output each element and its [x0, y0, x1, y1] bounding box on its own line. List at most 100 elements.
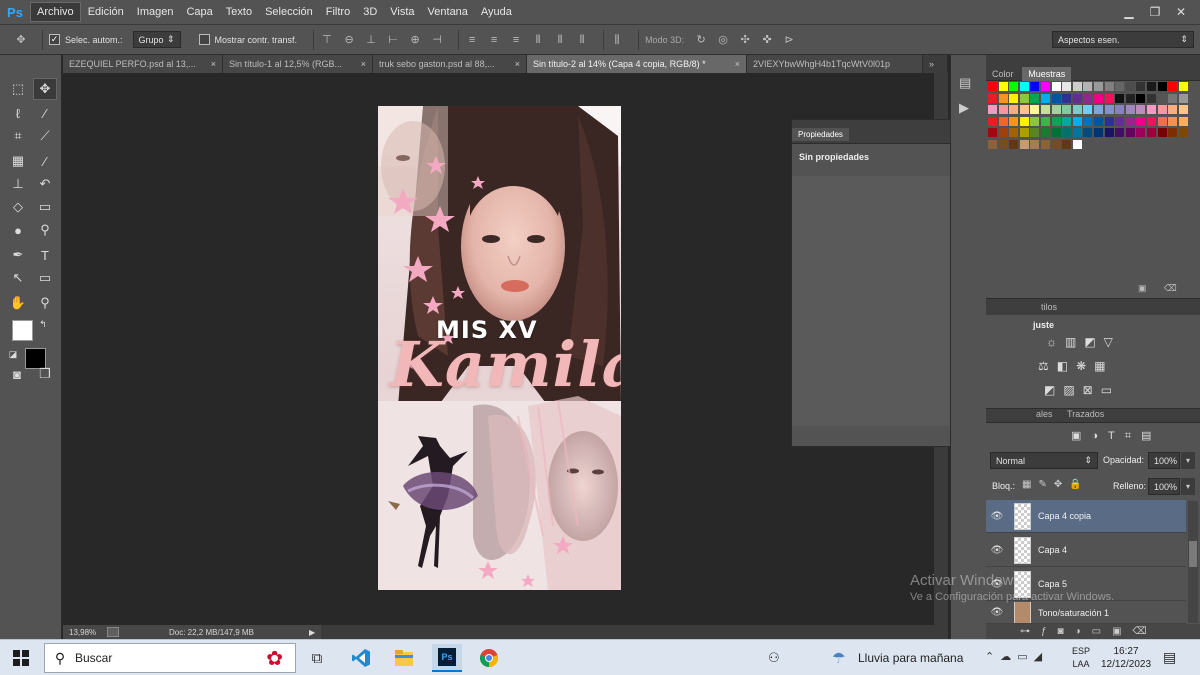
history-icon[interactable]: ▤ [959, 75, 971, 91]
color-swatch[interactable] [1030, 93, 1040, 103]
clone-stamp-icon[interactable]: ⊥ [6, 173, 30, 195]
foreground-color-swatch[interactable] [12, 320, 33, 341]
shape-tool-icon[interactable]: ▭ [33, 267, 57, 289]
color-swatch[interactable] [1009, 93, 1019, 103]
input-language[interactable]: ESP LAA [1072, 645, 1090, 671]
color-swatch[interactable] [1062, 116, 1072, 126]
vscode-icon[interactable] [346, 644, 376, 672]
layer-row[interactable]: 👁 Capa 4 copia [986, 500, 1186, 533]
color-swatch[interactable] [1104, 93, 1114, 103]
path-select-icon[interactable]: ↖ [6, 267, 30, 289]
close-tab-icon[interactable]: × [361, 59, 366, 69]
restore-button[interactable]: ❐ [1142, 3, 1168, 21]
auto-align-icon[interactable]: ⫼ [610, 33, 624, 47]
color-swatch[interactable] [1115, 93, 1125, 103]
color-swatch[interactable] [1178, 93, 1188, 103]
3d-rotate-icon[interactable]: ↻ [694, 33, 708, 47]
color-swatch[interactable] [1051, 116, 1061, 126]
color-swatch[interactable] [1115, 116, 1125, 126]
color-swatch[interactable] [1009, 128, 1019, 137]
3d-slide-icon[interactable]: ✜ [760, 33, 774, 47]
blur-tool-icon[interactable]: ● [6, 219, 30, 241]
blend-mode-dropdown[interactable]: Normal ⇕ [990, 452, 1098, 469]
color-swatch[interactable] [1019, 105, 1029, 114]
screen-mode-icon[interactable]: ❐ [33, 363, 57, 385]
weather-text[interactable]: Lluvia para mañana [858, 651, 963, 665]
channels-tab[interactable]: ales [1036, 409, 1053, 419]
color-swatch[interactable] [1019, 116, 1029, 126]
menu-archivo[interactable]: Archivo [30, 2, 81, 22]
color-swatch[interactable] [1083, 82, 1093, 91]
file-explorer-icon[interactable] [389, 644, 419, 672]
brush-tool-icon[interactable]: ∕ [33, 150, 57, 172]
color-swatch[interactable] [1157, 116, 1167, 126]
default-colors-icon[interactable]: ◪ [6, 347, 20, 361]
color-swatch[interactable] [1072, 139, 1082, 149]
distribute-bottom-icon[interactable]: ≡ [509, 33, 523, 47]
color-swatch[interactable] [1125, 93, 1135, 103]
new-swatch-icon[interactable]: ▣ [1138, 283, 1147, 294]
color-swatch[interactable] [1157, 105, 1167, 114]
opacity-input[interactable]: 100% [1148, 452, 1180, 469]
color-swatch[interactable] [1104, 105, 1114, 114]
color-swatch[interactable] [1051, 93, 1061, 103]
healing-brush-icon[interactable]: ▦ [6, 150, 30, 172]
color-swatch[interactable] [1051, 105, 1061, 114]
color-swatch[interactable] [988, 93, 997, 103]
color-swatch[interactable] [1178, 82, 1188, 91]
align-bottom-icon[interactable]: ⊥ [364, 33, 378, 47]
color-swatch[interactable] [1178, 128, 1188, 137]
color-swatch[interactable] [1019, 93, 1029, 103]
taskbar-search-box[interactable]: ⚲ Buscar ✿ [44, 643, 296, 673]
color-swatch[interactable] [1136, 116, 1146, 126]
delete-swatch-icon[interactable]: ⌫ [1164, 283, 1177, 294]
distribute-right-icon[interactable]: ⫴ [575, 33, 589, 47]
move-tool-preset-icon[interactable]: ✥ [14, 33, 28, 47]
color-swatch[interactable] [1062, 139, 1072, 149]
align-top-icon[interactable]: ⊤ [320, 33, 334, 47]
people-icon[interactable]: ⚇ [768, 650, 780, 666]
adjustment-icons-row-2[interactable]: ⚖◧❋▦ [1038, 359, 1114, 373]
color-swatch[interactable] [1168, 128, 1178, 137]
visibility-eye-icon[interactable]: 👁 [986, 607, 1008, 618]
color-swatch[interactable] [1147, 93, 1156, 103]
color-swatch[interactable] [1051, 139, 1061, 149]
color-swatch[interactable] [1083, 93, 1093, 103]
color-swatch[interactable] [1062, 82, 1072, 91]
color-swatch[interactable] [988, 105, 997, 114]
color-swatch[interactable] [1019, 139, 1029, 149]
swatches-tab[interactable]: Muestras [1022, 67, 1072, 81]
status-menu-icon[interactable] [107, 627, 119, 637]
align-vcenter-icon[interactable]: ⊖ [342, 33, 356, 47]
color-swatch[interactable] [1125, 128, 1135, 137]
color-swatch[interactable] [1157, 93, 1167, 103]
show-transform-checkbox[interactable] [198, 34, 210, 45]
color-swatch[interactable] [1062, 93, 1072, 103]
layers-footer-icons[interactable]: ⊶ƒ◙◑▭▣⌫ [986, 624, 1200, 640]
color-swatch[interactable] [1030, 128, 1040, 137]
color-swatch[interactable] [1094, 128, 1103, 137]
adjustment-icons-row-3[interactable]: ◩▨⊠▭ [1044, 383, 1120, 397]
color-swatch[interactable] [1072, 105, 1082, 114]
menu-edicion[interactable]: Edición [82, 3, 130, 21]
color-swatch[interactable] [1041, 82, 1050, 91]
styles-tab[interactable]: tilos [986, 299, 1200, 315]
color-swatch[interactable] [1168, 105, 1178, 114]
color-swatch[interactable] [1168, 82, 1178, 91]
tab-document-4[interactable]: Sin título-2 al 14% (Capa 4 copia, RGB/8… [527, 55, 747, 73]
close-button[interactable]: ✕ [1168, 3, 1194, 21]
quick-mask-icon[interactable]: ◙ [5, 363, 29, 385]
distribute-top-icon[interactable]: ≡ [465, 33, 479, 47]
color-swatch[interactable] [1041, 128, 1050, 137]
tabs-overflow-button[interactable]: » [923, 55, 948, 73]
color-swatch[interactable] [1030, 116, 1040, 126]
color-swatch[interactable] [1009, 82, 1019, 91]
color-swatch[interactable] [1147, 128, 1156, 137]
layers-scrollbar[interactable] [1188, 501, 1198, 623]
color-swatch[interactable] [1136, 93, 1146, 103]
auto-select-dropdown[interactable]: Grupo ⇕ [132, 31, 181, 48]
minimize-button[interactable]: ▁ [1116, 3, 1142, 21]
fill-input[interactable]: 100% [1148, 478, 1180, 495]
lasso-tool-icon[interactable]: ℓ [6, 102, 30, 124]
dodge-tool-icon[interactable]: ⚲ [33, 219, 57, 241]
